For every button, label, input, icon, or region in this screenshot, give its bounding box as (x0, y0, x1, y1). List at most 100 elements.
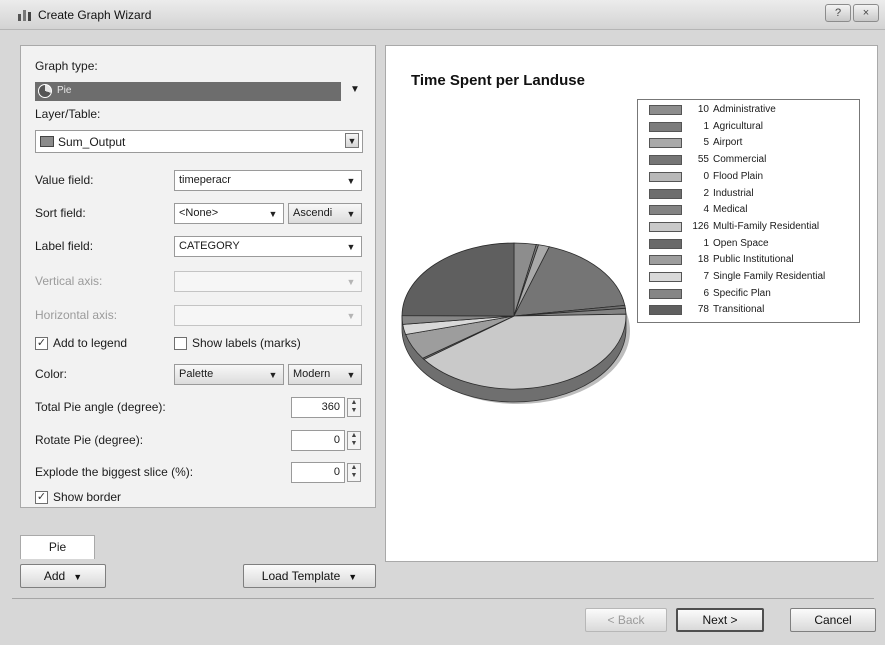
legend-value: 10 (697, 104, 709, 115)
value-field-select[interactable]: timeperacr ▼ (174, 170, 362, 191)
legend-label: Multi-Family Residential (713, 220, 820, 232)
graph-type-dropdown-arrow-icon[interactable]: ▼ (350, 84, 360, 95)
spinner-arrows-icon[interactable]: ▲ ▼ (347, 463, 361, 482)
spinner-arrows-icon[interactable]: ▲ ▼ (347, 431, 361, 450)
explode-slice-input[interactable]: 0 (291, 462, 345, 483)
load-template-button[interactable]: Load Template ▼ (243, 564, 376, 588)
vertical-axis-select: ▼ (174, 271, 362, 292)
legend-item: 10 Administrative (638, 104, 860, 117)
rotate-pie-input[interactable]: 0 (291, 430, 345, 451)
window-title: Create Graph Wizard (38, 8, 152, 22)
legend-label: Public Institutional (713, 254, 794, 266)
legend-label: Airport (713, 137, 743, 149)
separator (12, 598, 874, 599)
legend-value: 5 (703, 137, 709, 149)
label-field-label: Label field: (35, 239, 94, 253)
explode-slice-label: Explode the biggest slice (%): (35, 465, 194, 479)
legend-value: 2 (703, 187, 709, 199)
sort-order-value: Ascendi (293, 207, 333, 219)
horizontal-axis-label: Horizontal axis: (35, 308, 118, 322)
sort-field-value: <None> (179, 207, 219, 219)
legend-item: 0 Flood Plain (638, 171, 860, 184)
legend-swatch (649, 255, 682, 266)
legend-label: Flood Plain (713, 170, 764, 182)
color-palette-select[interactable]: Modern ▼ (288, 364, 362, 385)
show-border-checkbox[interactable]: ✓ Show border (35, 490, 121, 504)
legend-label: Open Space (713, 237, 769, 249)
chevron-down-icon: ▼ (73, 572, 83, 582)
spinner-arrows-icon[interactable]: ▲ ▼ (347, 398, 361, 417)
graph-wizard-icon (18, 10, 31, 21)
label-field-select[interactable]: CATEGORY ▼ (174, 236, 362, 257)
legend-item: 4 Medical (638, 204, 860, 217)
layer-table-select[interactable]: Sum_Output ▼ (35, 130, 363, 153)
legend-item: 5 Airport (638, 137, 860, 150)
legend-value: 126 (692, 220, 709, 232)
layer-table-label: Layer/Table: (35, 107, 101, 121)
legend-value: 1 (703, 120, 709, 132)
checkmark-icon: ✓ (35, 336, 48, 350)
legend-label: Agricultural (713, 120, 764, 132)
add-to-legend-label: Add to legend (53, 336, 128, 350)
tab-pie[interactable]: Pie (20, 535, 95, 559)
legend-value: 55 (697, 154, 709, 166)
pie-slice (401, 242, 515, 317)
back-button[interactable]: < Back (585, 608, 667, 632)
legend-swatch (649, 238, 682, 249)
legend-item: 78 Transitional (638, 304, 860, 317)
legend-value: 4 (703, 204, 709, 216)
legend-swatch (649, 272, 682, 282)
layer-table-value: Sum_Output (58, 135, 126, 149)
total-pie-angle-input[interactable]: 360 (291, 397, 345, 418)
legend-swatch (649, 155, 682, 166)
legend-swatch (649, 171, 682, 182)
sort-order-select[interactable]: Ascendi ▼ (288, 203, 362, 224)
rotate-pie-spinner[interactable]: 0 ▲ ▼ (291, 430, 365, 451)
legend-label: Medical (713, 204, 748, 216)
legend-swatch (649, 288, 682, 299)
add-to-legend-checkbox[interactable]: ✓ Add to legend (35, 336, 127, 350)
vertical-axis-label: Vertical axis: (35, 274, 103, 288)
legend-item: 18 Public Institutional (638, 254, 860, 267)
legend-value: 1 (703, 237, 709, 249)
help-button[interactable]: ? (825, 4, 851, 22)
legend-value: 18 (697, 254, 709, 266)
total-pie-angle-spinner[interactable]: 360 ▲ ▼ (291, 397, 365, 418)
color-palette-value: Modern (293, 368, 331, 380)
show-labels-checkbox[interactable]: Show labels (marks) (174, 336, 301, 350)
legend-item: 6 Specific Plan (638, 288, 860, 301)
legend-label: Administrative (713, 104, 776, 115)
title-bar: Create Graph Wizard ? × (0, 0, 885, 30)
graph-type-label: Graph type: (35, 59, 98, 73)
sort-field-label: Sort field: (35, 206, 86, 220)
pie-icon (38, 84, 52, 98)
legend-label: Single Family Residential (713, 271, 826, 282)
legend-item: 1 Open Space (638, 238, 860, 251)
legend-swatch (649, 305, 682, 316)
next-button[interactable]: Next > (676, 608, 764, 632)
show-border-label: Show border (53, 490, 122, 504)
legend-item: 55 Commercial (638, 154, 860, 167)
close-button[interactable]: × (853, 4, 879, 22)
add-button[interactable]: Add ▼ (20, 564, 106, 588)
total-pie-angle-label: Total Pie angle (degree): (35, 400, 166, 414)
legend-label: Transitional (713, 304, 765, 316)
sort-field-select[interactable]: <None> ▼ (174, 203, 284, 224)
chevron-down-icon: ▼ (348, 572, 358, 582)
explode-slice-spinner[interactable]: 0 ▲ ▼ (291, 462, 365, 483)
cancel-button[interactable]: Cancel (790, 608, 876, 632)
legend-value: 6 (703, 287, 709, 299)
chevron-down-icon: ▼ (346, 277, 356, 287)
chevron-down-icon: ▼ (268, 370, 278, 380)
graph-type-select[interactable]: Pie (35, 82, 341, 101)
add-button-label: Add (43, 569, 66, 583)
chevron-down-icon: ▼ (268, 209, 278, 219)
chevron-down-icon: ▼ (345, 133, 359, 148)
checkbox-empty-icon (174, 336, 187, 350)
legend-swatch (649, 221, 682, 232)
settings-panel: Graph type: Pie ▼ Layer/Table: Sum_Outpu… (20, 45, 376, 508)
legend-item: 1 Agricultural (638, 121, 860, 134)
chart-preview-panel: Time Spent per Landuse 10 Administrative 1… (385, 45, 878, 562)
color-mode-select[interactable]: Palette ▼ (174, 364, 284, 385)
legend-swatch (649, 121, 682, 132)
